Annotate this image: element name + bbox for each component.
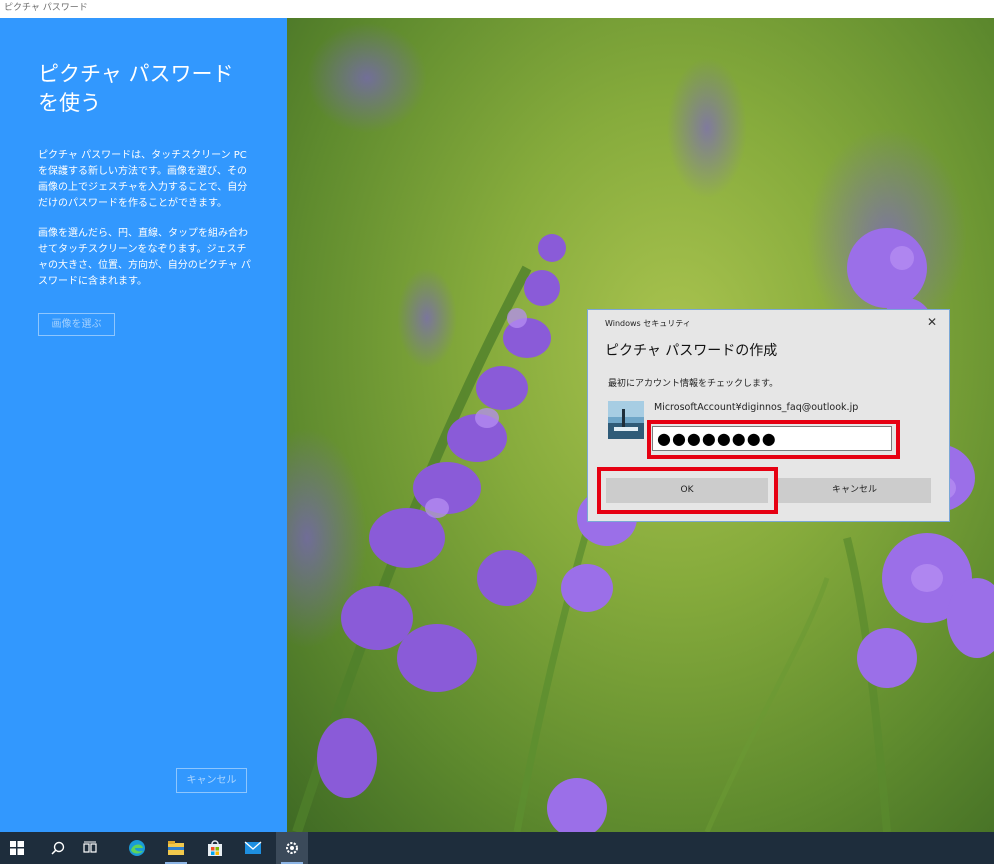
dialog-header: Windows セキュリティ — [605, 319, 691, 328]
windows-start-icon[interactable] — [1, 832, 33, 864]
search-icon[interactable] — [42, 832, 74, 864]
description-paragraph-2: 画像を選んだら、円、直線、タップを組み合わせてタッチスクリーンをなぞります。ジェ… — [38, 228, 251, 287]
left-panel: ピクチャ パスワードを使う ピクチャ パスワードは、タッチスクリーン PC を保… — [0, 18, 287, 832]
file-explorer-icon[interactable] — [160, 832, 192, 864]
highlight-box-password — [647, 420, 900, 459]
dialog-cancel-button[interactable]: キャンセル — [778, 478, 931, 503]
account-name: MicrosoftAccount¥diginnos_faq@outlook.jp — [654, 402, 859, 413]
taskbar — [0, 832, 994, 864]
highlight-box-ok — [597, 467, 778, 514]
cancel-button[interactable]: キャンセル — [176, 768, 247, 793]
store-icon[interactable] — [199, 832, 231, 864]
settings-icon[interactable] — [276, 832, 308, 864]
choose-image-button[interactable]: 画像を選ぶ — [38, 313, 115, 336]
edge-icon[interactable] — [121, 832, 153, 864]
dialog-title: ピクチャ パスワードの作成 — [605, 343, 778, 359]
task-view-icon[interactable] — [74, 832, 106, 864]
description-paragraph-1: ピクチャ パスワードは、タッチスクリーン PC を保護する新しい方法です。画像を… — [38, 150, 248, 209]
dialog-subtitle: 最初にアカウント情報をチェックします。 — [608, 379, 779, 389]
window-title: ピクチャ パスワード — [0, 0, 994, 18]
close-icon[interactable]: ✕ — [927, 316, 937, 328]
page-title: ピクチャ パスワードを使う — [38, 62, 234, 115]
account-avatar — [608, 401, 644, 439]
mail-icon[interactable] — [237, 832, 269, 864]
